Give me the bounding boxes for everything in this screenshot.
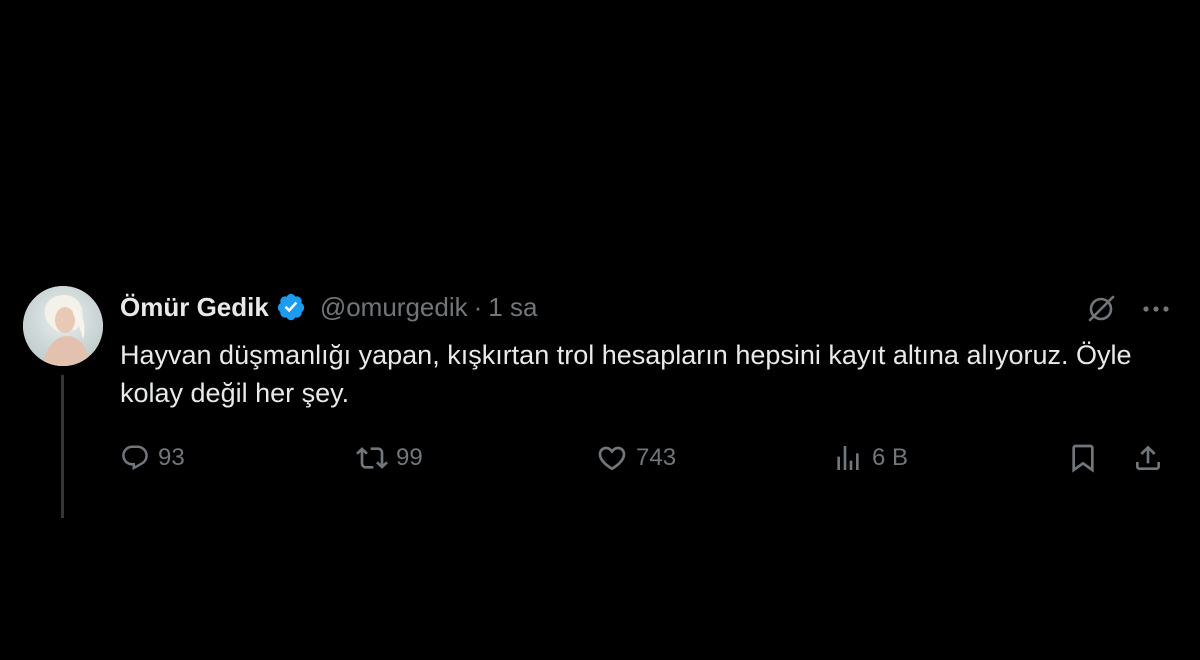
views-count: 6 B: [872, 444, 909, 471]
author-name[interactable]: Ömür Gedik: [120, 292, 269, 323]
tweet-actions: 93 99 743 6 B: [120, 438, 1170, 478]
retweet-icon: [356, 447, 388, 469]
retweet-button[interactable]: 99: [356, 438, 423, 478]
share-icon: [1136, 445, 1160, 470]
tweet-header: Ömür Gedik @omurgedik · 1 sa: [120, 288, 537, 326]
thread-line: [61, 375, 64, 518]
more-icon[interactable]: [1140, 293, 1172, 330]
tweet[interactable]: Ömür Gedik @omurgedik · 1 sa Hayvan düşm: [0, 0, 1200, 660]
author-handle[interactable]: @omurgedik: [320, 292, 468, 323]
bookmark-icon: [1072, 444, 1094, 473]
views-icon: [837, 446, 859, 470]
separator-dot: ·: [473, 291, 483, 322]
grok-icon[interactable]: [1084, 292, 1118, 331]
top-right-icons: [1084, 292, 1172, 331]
heart-icon: [598, 446, 626, 471]
share-button[interactable]: [1132, 438, 1164, 478]
verified-badge-icon[interactable]: [276, 292, 306, 322]
reply-icon: [122, 445, 148, 471]
views-button[interactable]: 6 B: [832, 438, 908, 478]
reply-button[interactable]: 93: [120, 438, 185, 478]
avatar[interactable]: [23, 286, 103, 366]
tweet-text: Hayvan düşmanlığı yapan, kışkırtan trol …: [120, 340, 1132, 408]
avatar-image: [23, 286, 103, 366]
retweet-count: 99: [396, 444, 423, 471]
bookmark-button[interactable]: [1067, 438, 1099, 478]
like-count: 743: [636, 444, 677, 471]
reply-count: 93: [158, 444, 185, 471]
tweet-time[interactable]: 1 sa: [488, 292, 537, 323]
like-button[interactable]: 743: [596, 438, 676, 478]
